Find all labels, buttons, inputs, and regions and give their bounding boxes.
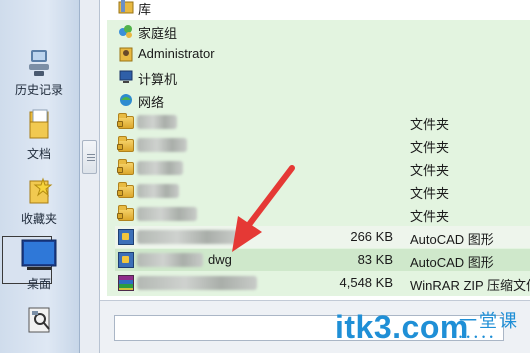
file-row[interactable]: 文件夹 — [115, 203, 530, 225]
blurred-name — [137, 253, 203, 267]
file-row[interactable]: 4,548 KB WinRAR ZIP 压缩文件 — [115, 272, 530, 294]
file-type: 文件夹 — [410, 186, 450, 201]
blurred-name — [137, 161, 183, 175]
file-row[interactable]: 266 KB AutoCAD 图形 — [115, 226, 530, 248]
site-watermark: itk3.com 一堂课 • • • • • — [335, 305, 525, 351]
file-type: 文件夹 — [410, 163, 450, 178]
watermark-dots: • • • • • — [459, 332, 494, 342]
file-row[interactable]: 文件夹 — [115, 134, 530, 156]
blurred-name — [137, 207, 197, 221]
dwg-file-icon — [118, 229, 134, 245]
file-size: 4,548 KB — [339, 275, 394, 290]
user-folder-icon — [119, 47, 133, 62]
nav-item-network[interactable]: 网络 — [115, 89, 530, 111]
file-size: 83 KB — [357, 252, 393, 267]
computer-icon — [119, 70, 133, 83]
blurred-name — [137, 115, 177, 129]
file-name: dwg — [208, 252, 232, 267]
watermark-brand: itk3.com — [335, 309, 469, 345]
grip-line — [87, 160, 95, 161]
file-row[interactable]: 文件夹 — [115, 180, 530, 202]
place-documents[interactable]: 文档 — [0, 108, 78, 162]
folder-icon — [117, 205, 134, 222]
place-computer[interactable] — [0, 304, 78, 339]
place-favorites[interactable]: 收藏夹 — [0, 175, 78, 227]
nav-item-administrator[interactable]: Administrator — [115, 43, 530, 65]
place-label: 历史记录 — [14, 83, 63, 97]
file-row[interactable]: 文件夹 — [115, 111, 530, 133]
nav-label: 计算机 — [138, 72, 178, 87]
place-history[interactable]: 历史记录 — [0, 48, 78, 98]
scrollbar-thumb[interactable] — [82, 140, 97, 174]
library-icon — [118, 0, 134, 14]
file-row-selected[interactable]: dwg 83 KB AutoCAD 图形 — [115, 249, 530, 271]
file-row[interactable]: 文件夹 — [115, 157, 530, 179]
nav-item-homegroup[interactable]: 家庭组 — [115, 20, 530, 42]
folder-icon — [117, 182, 134, 199]
blurred-name — [137, 184, 179, 198]
homegroup-icon — [119, 25, 132, 38]
file-type: 文件夹 — [410, 140, 450, 155]
file-size: 266 KB — [350, 229, 393, 244]
blurred-name — [137, 276, 257, 290]
place-label: 桌面 — [26, 277, 51, 291]
watermark-sub: 一堂课 — [459, 311, 519, 331]
history-icon — [29, 50, 49, 76]
file-type: AutoCAD 图形 — [410, 255, 494, 270]
place-label: 收藏夹 — [20, 212, 57, 226]
folder-icon — [117, 159, 134, 176]
place-desktop[interactable]: 桌面 — [0, 236, 78, 292]
documents-icon — [29, 109, 49, 139]
file-type: WinRAR ZIP 压缩文件 — [410, 278, 530, 293]
computer-search-icon — [28, 307, 50, 333]
file-type: AutoCAD 图形 — [410, 232, 494, 247]
nav-item-computer[interactable]: 计算机 — [115, 66, 530, 88]
desktop-icon — [21, 239, 57, 270]
nav-label: Administrator — [138, 46, 215, 61]
grip-line — [87, 157, 95, 158]
nav-item-library[interactable]: 库 — [115, 0, 530, 18]
file-type: 文件夹 — [410, 209, 450, 224]
rar-file-icon — [118, 275, 134, 291]
nav-label: 库 — [138, 2, 152, 17]
favorites-icon — [29, 177, 53, 204]
place-label: 文档 — [26, 147, 51, 161]
folder-icon — [117, 136, 134, 153]
blurred-name — [137, 138, 187, 152]
vertical-scrollbar[interactable] — [80, 0, 100, 353]
network-icon — [120, 94, 132, 106]
file-type: 文件夹 — [410, 117, 450, 132]
nav-label: 网络 — [138, 95, 165, 110]
dwg-file-icon — [118, 252, 134, 268]
places-bar: 历史记录 文档 收藏夹 桌面 — [0, 0, 80, 353]
grip-line — [87, 154, 95, 155]
folder-icon — [117, 113, 134, 130]
nav-label: 家庭组 — [138, 26, 178, 41]
blurred-name — [137, 230, 237, 244]
